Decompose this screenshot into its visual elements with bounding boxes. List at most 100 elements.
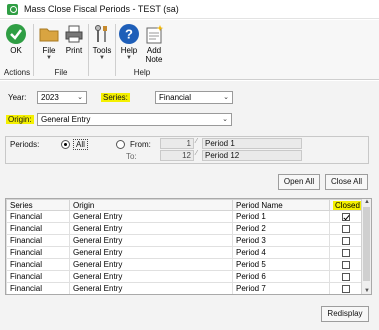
closed-checkbox[interactable]: [342, 248, 350, 257]
periods-grid: Series Origin Period Name Closed Financi…: [5, 198, 372, 295]
closed-header-label: Closed: [333, 200, 362, 210]
add-note-button[interactable]: Add Note: [142, 23, 166, 64]
cell-origin: General Entry: [69, 222, 233, 235]
tools-label: Tools: [92, 46, 112, 55]
file-menu-button[interactable]: File ▼: [38, 23, 60, 62]
table-row[interactable]: Financial General Entry Period 3: [6, 234, 363, 247]
add-note-label: Add Note: [145, 46, 163, 64]
from-label: From:: [130, 140, 151, 149]
closed-checkbox[interactable]: [342, 272, 350, 281]
from-radio[interactable]: [116, 140, 125, 149]
from-period-name: Period 1: [202, 138, 302, 149]
title-bar: Mass Close Fiscal Periods - TEST (sa): [0, 0, 379, 19]
cell-origin: General Entry: [69, 270, 233, 283]
closed-checkbox[interactable]: [342, 260, 350, 269]
table-row[interactable]: Financial General Entry Period 5: [6, 258, 363, 271]
column-header-closed[interactable]: Closed: [329, 199, 363, 211]
closed-checkbox[interactable]: [342, 224, 350, 233]
cell-series: Financial: [6, 270, 70, 283]
year-label: Year:: [8, 93, 27, 102]
origin-label: Origin:: [6, 115, 34, 124]
help-label: Help: [120, 46, 138, 55]
cell-closed: [329, 270, 363, 283]
printer-icon: [65, 25, 83, 43]
cell-period: Period 1: [232, 210, 330, 223]
periods-label: Periods:: [10, 140, 40, 149]
cell-series: Financial: [6, 234, 70, 247]
redisplay-button[interactable]: Redisplay: [321, 306, 369, 322]
series-select[interactable]: Financial ⌄: [155, 91, 233, 104]
cell-period: Period 4: [232, 246, 330, 259]
chevron-down-icon: ⌄: [222, 116, 228, 123]
chevron-down-icon: ▼: [126, 55, 132, 61]
close-all-button[interactable]: Close All: [325, 174, 368, 190]
window-title: Mass Close Fiscal Periods - TEST (sa): [24, 4, 179, 14]
all-radio[interactable]: [61, 140, 70, 149]
tools-icon: [95, 25, 107, 42]
toolbar-separator: [115, 24, 116, 76]
cell-closed: [329, 246, 363, 259]
chevron-down-icon: ⌄: [77, 94, 83, 101]
cell-closed: [329, 234, 363, 247]
cell-closed: [329, 210, 363, 223]
origin-select[interactable]: General Entry ⌄: [37, 113, 232, 126]
table-row[interactable]: Financial General Entry Period 2: [6, 222, 363, 235]
help-menu-button[interactable]: ? Help ▼: [118, 23, 140, 62]
origin-value: General Entry: [41, 115, 91, 124]
year-select[interactable]: 2023 ⌄: [37, 91, 87, 104]
checkmark-icon: [6, 24, 26, 44]
svg-text:?: ?: [125, 27, 133, 42]
group-actions-label: Actions: [3, 68, 31, 77]
cell-period: Period 6: [232, 270, 330, 283]
column-header-series[interactable]: Series: [6, 199, 70, 211]
cell-closed: [329, 258, 363, 271]
closed-checkbox[interactable]: [342, 212, 350, 221]
table-row[interactable]: Financial General Entry Period 7: [6, 282, 363, 294]
help-icon: ?: [119, 24, 139, 44]
closed-checkbox[interactable]: [342, 236, 350, 245]
cell-origin: General Entry: [69, 282, 233, 294]
all-radio-label[interactable]: All: [73, 139, 88, 150]
cell-period: Period 5: [232, 258, 330, 271]
cell-origin: General Entry: [69, 246, 233, 259]
cell-origin: General Entry: [69, 234, 233, 247]
table-row[interactable]: Financial General Entry Period 6: [6, 270, 363, 283]
grid-body: Financial General Entry Period 1 Financial G…: [6, 210, 363, 294]
print-label: Print: [65, 46, 83, 55]
tools-menu-button[interactable]: Tools ▼: [91, 23, 113, 62]
column-header-period-name[interactable]: Period Name: [232, 199, 330, 211]
ok-button[interactable]: OK: [4, 23, 28, 55]
chevron-down-icon: ▼: [99, 55, 105, 61]
series-label: Series:: [101, 93, 130, 102]
to-period-name: Period 12: [202, 150, 302, 161]
scroll-up-icon[interactable]: ▲: [362, 199, 371, 205]
ok-label: OK: [10, 46, 22, 55]
to-label: To:: [126, 152, 137, 161]
cell-period: Period 3: [232, 234, 330, 247]
to-period-number: 12: [160, 150, 194, 161]
grid-header-row: Series Origin Period Name Closed: [6, 199, 363, 211]
file-label: File: [42, 46, 56, 55]
form-body: Year: 2023 ⌄ Series: Financial ⌄ Origin:…: [0, 81, 379, 330]
closed-checkbox[interactable]: [342, 284, 350, 293]
table-row[interactable]: Financial General Entry Period 4: [6, 246, 363, 259]
print-button[interactable]: Print: [62, 23, 86, 55]
scroll-thumb[interactable]: [363, 207, 370, 281]
scroll-down-icon[interactable]: ▼: [362, 288, 371, 294]
column-header-origin[interactable]: Origin: [69, 199, 233, 211]
open-all-button[interactable]: Open All: [278, 174, 320, 190]
periods-table: Series Origin Period Name Closed Financi…: [6, 199, 363, 294]
series-value: Financial: [159, 93, 192, 102]
chevron-down-icon: ⌄: [223, 94, 229, 101]
group-file-label: File: [54, 68, 68, 77]
folder-icon: [39, 28, 59, 42]
cell-origin: General Entry: [69, 210, 233, 223]
vertical-scrollbar[interactable]: ▲ ▼: [361, 199, 371, 294]
toolbar-separator: [88, 24, 89, 76]
ribbon-toolbar: OK Actions File ▼ Print File Tools ▼ ? H…: [0, 20, 379, 80]
cell-series: Financial: [6, 210, 70, 223]
table-row[interactable]: Financial General Entry Period 1: [6, 210, 363, 223]
toolbar-separator: [33, 24, 34, 76]
chevron-down-icon: ▼: [46, 55, 52, 61]
cell-period: Period 2: [232, 222, 330, 235]
